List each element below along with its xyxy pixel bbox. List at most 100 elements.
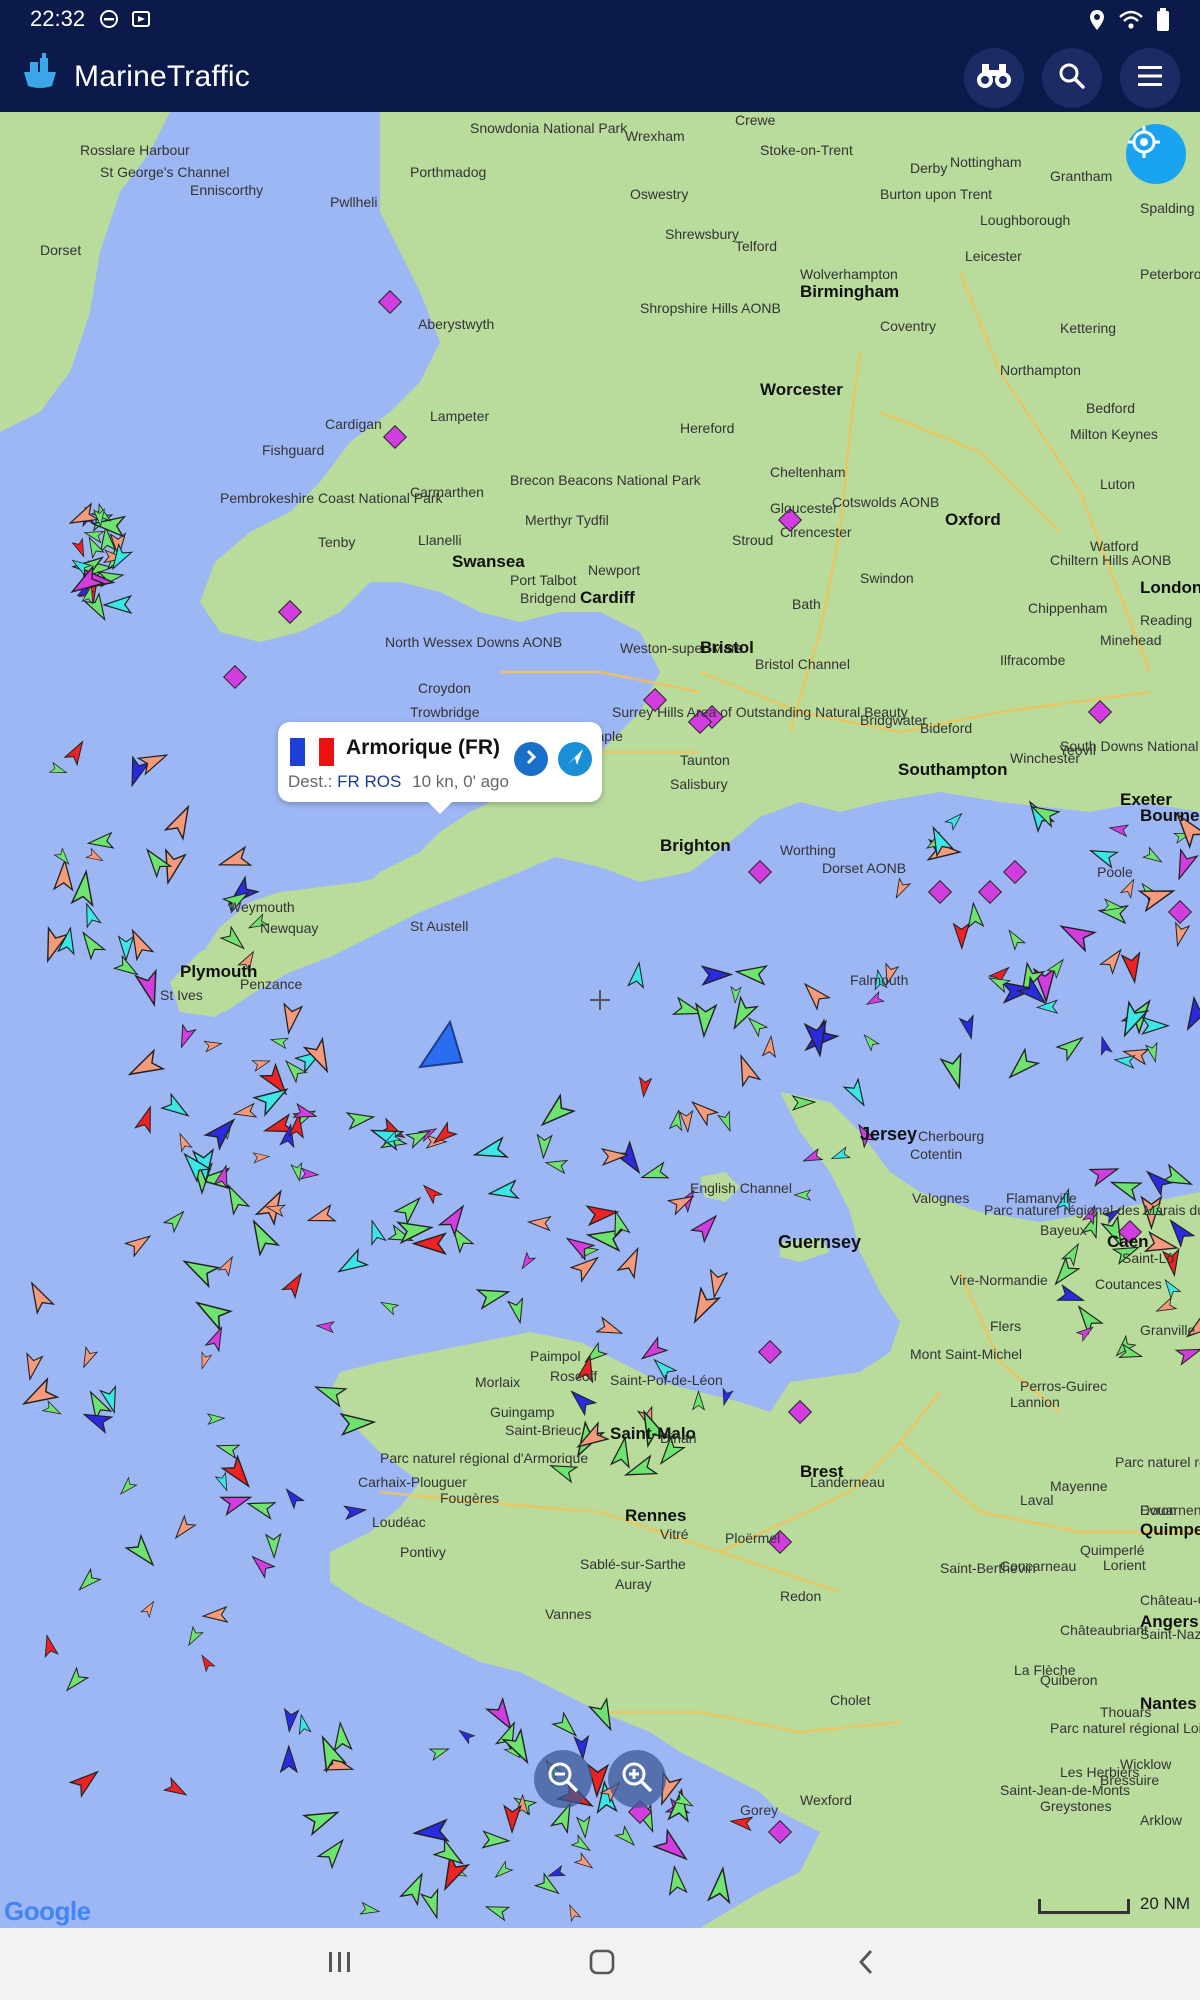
vessel-marker[interactable] — [279, 1744, 299, 1774]
vessel-marker[interactable] — [280, 1002, 304, 1036]
selected-vessel-marker[interactable] — [417, 1019, 464, 1069]
vessel-marker[interactable] — [203, 1113, 240, 1151]
vessel-marker[interactable] — [140, 1599, 158, 1619]
vessel-marker[interactable] — [393, 1192, 426, 1226]
vessel-marker[interactable] — [640, 1161, 670, 1185]
vessel-marker[interactable] — [343, 1503, 368, 1521]
vessel-marker[interactable] — [75, 1567, 102, 1594]
vessel-marker[interactable] — [1179, 995, 1200, 1034]
vessel-marker[interactable] — [306, 1203, 337, 1228]
vessel-marker[interactable] — [232, 1102, 258, 1121]
vessel-marker[interactable] — [41, 1399, 63, 1419]
vessel-marker[interactable] — [180, 1252, 221, 1289]
vessel-marker[interactable] — [117, 935, 135, 962]
vessel-marker[interactable] — [134, 1105, 157, 1134]
port-marker[interactable] — [1167, 899, 1193, 925]
vessel-marker[interactable] — [726, 995, 760, 1033]
vessel-marker[interactable] — [706, 1268, 729, 1300]
vessel-marker[interactable] — [220, 1454, 256, 1493]
port-marker[interactable] — [977, 879, 1003, 905]
vessel-marker[interactable] — [163, 802, 197, 841]
vessel-marker[interactable] — [1109, 1174, 1143, 1202]
port-marker[interactable] — [1002, 859, 1028, 885]
vessel-marker[interactable] — [265, 1532, 282, 1560]
vessel-marker[interactable] — [217, 845, 253, 873]
vessel-marker[interactable] — [569, 1251, 602, 1283]
vessel-marker[interactable] — [1035, 999, 1059, 1014]
vessel-marker[interactable] — [668, 1108, 685, 1132]
vessel-marker[interactable] — [70, 869, 96, 908]
zoom-out-button[interactable] — [534, 1750, 592, 1808]
vessel-marker[interactable] — [799, 978, 832, 1011]
port-marker[interactable] — [377, 289, 403, 315]
vessel-marker[interactable] — [533, 1872, 562, 1899]
vessel-marker[interactable] — [246, 1496, 277, 1520]
vessel-marker[interactable] — [86, 831, 115, 851]
vessel-marker[interactable] — [614, 1824, 638, 1849]
vessel-marker[interactable] — [536, 1093, 577, 1132]
vessel-marker[interactable] — [1171, 921, 1191, 948]
vessel-marker[interactable] — [475, 1283, 511, 1310]
map-canvas[interactable] — [0, 112, 1200, 1928]
vessel-marker[interactable] — [252, 1081, 292, 1117]
search-button[interactable] — [1042, 48, 1102, 108]
vessel-marker[interactable] — [612, 1140, 647, 1177]
vessel-marker[interactable] — [102, 594, 133, 615]
vessel-marker[interactable] — [412, 1818, 450, 1843]
vessel-marker[interactable] — [944, 810, 965, 831]
vessel-marker[interactable] — [198, 1653, 216, 1673]
vessel-marker[interactable] — [316, 1835, 349, 1870]
vessel-marker[interactable] — [689, 1210, 722, 1244]
vessel-marker[interactable] — [492, 1860, 514, 1882]
vessel-marker[interactable] — [420, 1181, 444, 1205]
vessel-marker[interactable] — [197, 1351, 213, 1370]
port-marker[interactable] — [747, 859, 773, 885]
vessel-marker[interactable] — [1119, 877, 1139, 899]
vessel-marker[interactable] — [80, 902, 102, 929]
vessel-marker[interactable] — [1097, 1035, 1113, 1056]
vessel-marker[interactable] — [487, 1179, 520, 1203]
vessel-marker[interactable] — [379, 1298, 400, 1316]
zoom-in-button[interactable] — [608, 1750, 666, 1808]
menu-button[interactable] — [1120, 48, 1180, 108]
vessel-marker[interactable] — [1003, 1047, 1041, 1084]
vessel-marker[interactable] — [793, 1189, 812, 1201]
vessel-marker[interactable] — [1141, 846, 1164, 866]
vessel-marker[interactable] — [282, 1485, 305, 1510]
vessel-marker[interactable] — [315, 1320, 335, 1334]
vessel-marker[interactable] — [864, 990, 885, 1009]
vessel-marker[interactable] — [48, 761, 68, 778]
vessel-marker[interactable] — [411, 1232, 448, 1255]
vessel-marker[interactable] — [484, 1900, 511, 1922]
vessel-marker[interactable] — [299, 1167, 320, 1180]
vessel-marker[interactable] — [334, 1247, 370, 1279]
vessel-marker[interactable] — [761, 1034, 778, 1059]
vessel-marker[interactable] — [503, 1804, 522, 1835]
vessel-marker[interactable] — [551, 1711, 581, 1741]
vessel-marker[interactable] — [191, 1294, 233, 1332]
vessel-marker[interactable] — [201, 1605, 229, 1624]
vessel-marker[interactable] — [175, 1023, 197, 1050]
vessel-popup[interactable]: Armorique (FR) Dest.: FR ROS 10 kn, 0' a… — [278, 722, 602, 814]
home-button[interactable] — [584, 1946, 620, 1982]
vessel-marker[interactable] — [175, 1131, 193, 1153]
vessel-marker[interactable] — [365, 1219, 387, 1246]
vessel-marker[interactable] — [24, 1279, 56, 1315]
vessel-marker[interactable] — [160, 1092, 193, 1122]
vessel-marker[interactable] — [472, 1136, 510, 1164]
vessel-marker[interactable] — [76, 928, 107, 961]
vessel-marker[interactable] — [842, 1077, 871, 1109]
vessel-marker[interactable] — [71, 537, 88, 559]
vessel-marker[interactable] — [125, 1048, 166, 1084]
vessel-marker[interactable] — [573, 1852, 596, 1872]
vessel-marker[interactable] — [428, 1744, 451, 1762]
vessel-marker[interactable] — [359, 1901, 381, 1917]
vessel-marker[interactable] — [638, 1076, 653, 1098]
vessel-marker[interactable] — [1055, 1031, 1087, 1062]
vessel-marker[interactable] — [700, 965, 734, 986]
vessel-marker[interactable] — [1056, 917, 1098, 953]
vessel-marker[interactable] — [734, 963, 769, 986]
vessel-marker[interactable] — [1088, 1161, 1120, 1188]
vessel-marker[interactable] — [536, 1133, 553, 1160]
vessel-marker[interactable] — [570, 1834, 593, 1855]
